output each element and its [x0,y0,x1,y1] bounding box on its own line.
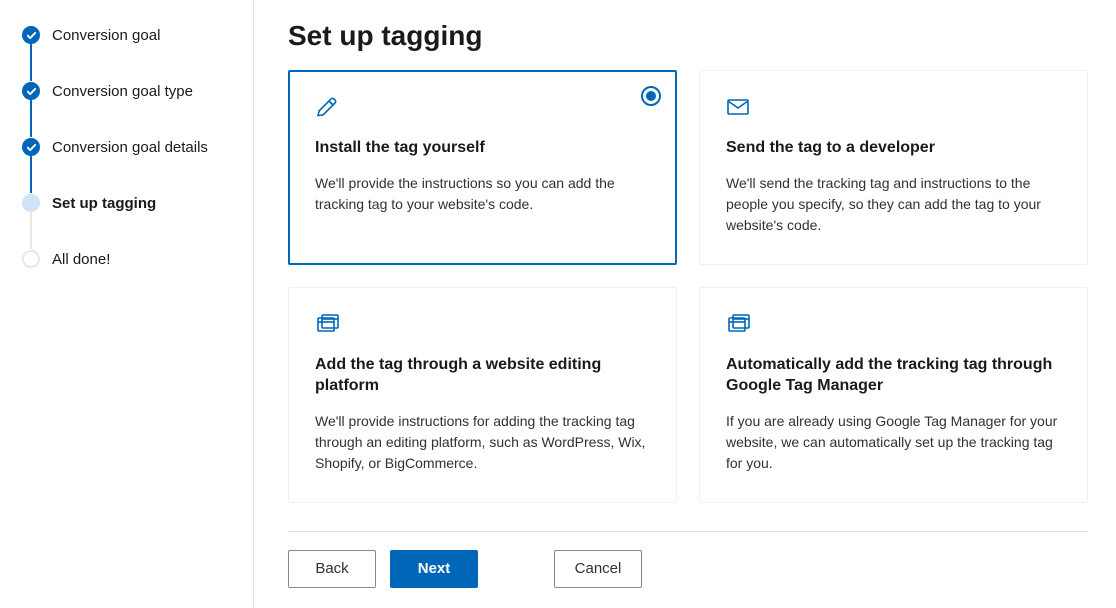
upcoming-step-icon [22,250,40,268]
step-connector [30,211,32,249]
step-label: Conversion goal [52,27,160,44]
step-conversion-goal-details[interactable]: Conversion goal details [22,136,253,158]
mail-icon [726,95,1061,121]
step-conversion-goal-type[interactable]: Conversion goal type [22,80,253,102]
step-label: Conversion goal details [52,139,208,156]
wizard-stepper: Conversion goal Conversion goal type Con… [0,0,254,608]
option-title: Automatically add the tracking tag throu… [726,354,1061,397]
option-google-tag-manager[interactable]: Automatically add the tracking tag throu… [699,287,1088,503]
next-button[interactable]: Next [390,550,478,588]
option-title: Send the tag to a developer [726,137,1061,159]
browser-stack-icon [726,312,1061,338]
back-button[interactable]: Back [288,550,376,588]
option-desc: We'll send the tracking tag and instruct… [726,173,1061,236]
checkmark-icon [22,138,40,156]
option-title: Install the tag yourself [315,137,650,159]
cancel-button[interactable]: Cancel [554,550,642,588]
option-website-platform[interactable]: Add the tag through a website editing pl… [288,287,677,503]
checkmark-icon [22,82,40,100]
option-desc: We'll provide instructions for adding th… [315,411,650,474]
checkmark-icon [22,26,40,44]
option-desc: If you are already using Google Tag Mana… [726,411,1061,474]
wizard-footer: Back Next Cancel [288,531,1088,588]
step-label: Conversion goal type [52,83,193,100]
browser-stack-icon [315,312,650,338]
option-card-grid: Install the tag yourself We'll provide t… [288,70,1088,503]
step-label: All done! [52,251,110,268]
step-all-done[interactable]: All done! [22,248,253,270]
option-title: Add the tag through a website editing pl… [315,354,650,397]
current-step-icon [22,194,40,212]
main-content: Set up tagging Install the tag yourself … [254,0,1116,608]
step-connector [30,99,32,137]
step-conversion-goal[interactable]: Conversion goal [22,24,253,46]
radio-selected-icon [641,86,661,106]
option-send-to-developer[interactable]: Send the tag to a developer We'll send t… [699,70,1088,265]
option-desc: We'll provide the instructions so you ca… [315,173,650,215]
pencil-icon [315,95,650,121]
page-title: Set up tagging [288,20,1088,52]
step-label: Set up tagging [52,195,156,212]
wizard-page: Conversion goal Conversion goal type Con… [0,0,1116,608]
step-connector [30,43,32,81]
step-set-up-tagging[interactable]: Set up tagging [22,192,253,214]
option-install-yourself[interactable]: Install the tag yourself We'll provide t… [288,70,677,265]
step-connector [30,155,32,193]
